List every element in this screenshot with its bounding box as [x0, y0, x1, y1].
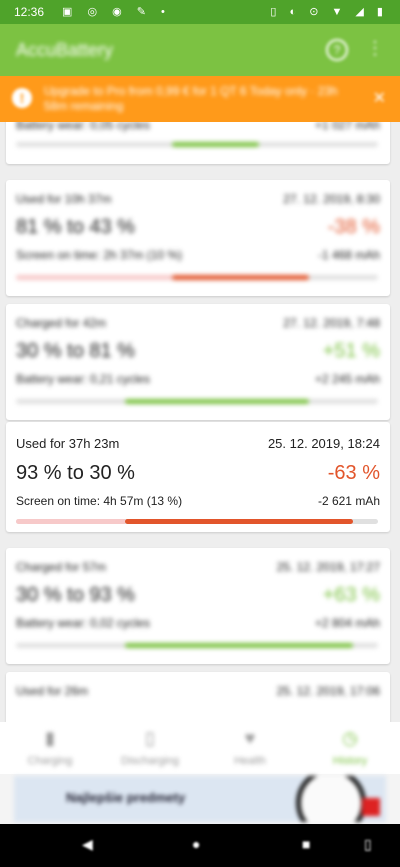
history-icon: ◷ [342, 728, 358, 748]
battery-wear: Battery wear: 0,02 cycles [16, 616, 151, 630]
back-icon[interactable]: ◀ [82, 836, 93, 853]
history-list[interactable]: Battery wear: 0,05 cycles +1 027 mAh Use… [0, 122, 400, 722]
session-percent-change: +63 % [322, 584, 380, 606]
status-time: 12:36 [14, 5, 45, 19]
close-banner-icon[interactable]: ✕ [373, 88, 386, 108]
session-date: 25. 12. 2019, 17:27 [276, 560, 380, 574]
charge-range-bar [16, 275, 378, 280]
session-card[interactable]: Used for 26m 25. 12. 2019, 17:06 [6, 672, 390, 722]
session-duration: Charged for 42m [16, 316, 107, 330]
notification-icons: ▣ ◎ ◉ ✎ • [62, 6, 171, 18]
session-date: 25. 12. 2019, 17:06 [276, 684, 380, 698]
session-mah: +2 804 mAh [314, 616, 380, 630]
nav-history[interactable]: ◷ History [300, 722, 400, 774]
ad-banner[interactable]: Najlepšie predmety [0, 774, 400, 824]
session-range: 81 % to 43 % [16, 216, 135, 238]
session-range: 30 % to 81 % [16, 340, 135, 362]
session-date: 25. 12. 2019, 18:24 [267, 436, 380, 451]
status-bar: 12:36 ▣ ◎ ◉ ✎ • ▯ ◐ ⊙ ▼ ◢ ▮ [0, 0, 400, 24]
session-card[interactable]: Charged for 57m 25. 12. 2019, 17:27 30 %… [6, 548, 390, 664]
nav-health[interactable]: ♥ Health [200, 722, 300, 774]
bottom-navigation: ▮ Charging ▯ Discharging ♥ Health ◷ Hist… [0, 722, 400, 774]
session-percent-change: +51 % [322, 340, 380, 362]
upgrade-banner-text: Upgrade to Pro from 0,99 € for 1 QT 6 To… [44, 84, 338, 113]
app-title: AccuBattery [16, 40, 114, 60]
heart-icon: ♥ [244, 728, 256, 748]
nav-label: History [332, 755, 368, 767]
charge-range-bar [16, 519, 378, 524]
screen-on-time: Screen on time: 4h 57m (13 %) [16, 494, 183, 508]
battery-wear: Battery wear: 0,05 cycles [16, 122, 151, 132]
session-mah: +2 245 mAh [314, 372, 380, 386]
charge-range-bar [16, 399, 378, 404]
session-range: 93 % to 30 % [16, 462, 135, 484]
clock-image [296, 776, 366, 822]
session-duration: Charged for 57m [16, 560, 107, 574]
overflow-menu-icon[interactable]: ⋮ [366, 38, 384, 59]
battery-discharging-icon: ▯ [145, 728, 155, 748]
charge-range-bar [16, 142, 378, 147]
charge-range-bar [16, 643, 378, 648]
battery-icon: ▮ [45, 728, 55, 748]
session-mah: -1 468 mAh [317, 248, 380, 262]
screen-on-time: Screen on time: 2h 37m (10 %) [16, 248, 183, 262]
session-duration: Used for 10h 37m [16, 192, 112, 206]
session-mah: -2 621 mAh [317, 494, 380, 508]
nav-discharging[interactable]: ▯ Discharging [100, 722, 200, 774]
session-duration: Used for 26m [16, 684, 89, 698]
info-icon: ! [12, 88, 32, 108]
battery-wear: Battery wear: 0,21 cycles [16, 372, 151, 386]
home-icon[interactable]: ● [192, 836, 200, 852]
session-card[interactable]: Charged for 42m 27. 12. 2019, 7:48 30 % … [6, 304, 390, 420]
system-status-icons: ▯ ◐ ⊙ ▼ ◢ ▮ [270, 6, 388, 18]
help-icon[interactable]: ? [326, 39, 348, 61]
system-navigation-bar: ◀ ● ■ ▯ [0, 824, 400, 867]
session-percent-change: -63 % [327, 462, 380, 484]
nav-label: Health [234, 755, 266, 767]
ad-image: Najlepšie predmety [14, 776, 386, 822]
session-date: 27. 12. 2019, 8:30 [283, 192, 380, 206]
nav-label: Discharging [120, 755, 180, 767]
rotate-icon[interactable]: ▯ [364, 836, 372, 853]
ad-badge [362, 798, 380, 816]
nav-charging[interactable]: ▮ Charging [0, 722, 100, 774]
session-date: 27. 12. 2019, 7:48 [283, 316, 380, 330]
session-duration: Used for 37h 23m [16, 436, 120, 451]
session-mah: +1 027 mAh [314, 122, 380, 132]
session-card-focused[interactable]: Used for 37h 23m 25. 12. 2019, 18:24 93 … [6, 422, 390, 532]
session-card[interactable]: Battery wear: 0,05 cycles +1 027 mAh [6, 122, 390, 164]
session-range: 30 % to 93 % [16, 584, 135, 606]
session-card[interactable]: Used for 10h 37m 27. 12. 2019, 8:30 81 %… [6, 180, 390, 296]
app-bar: AccuBattery ? ⋮ [0, 24, 400, 76]
recents-icon[interactable]: ■ [302, 836, 310, 852]
nav-label: Charging [27, 755, 73, 767]
session-percent-change: -38 % [327, 216, 380, 238]
ad-text: Najlepšie predmety [66, 790, 186, 805]
upgrade-banner[interactable]: ! Upgrade to Pro from 0,99 € for 1 QT 6 … [0, 76, 400, 122]
